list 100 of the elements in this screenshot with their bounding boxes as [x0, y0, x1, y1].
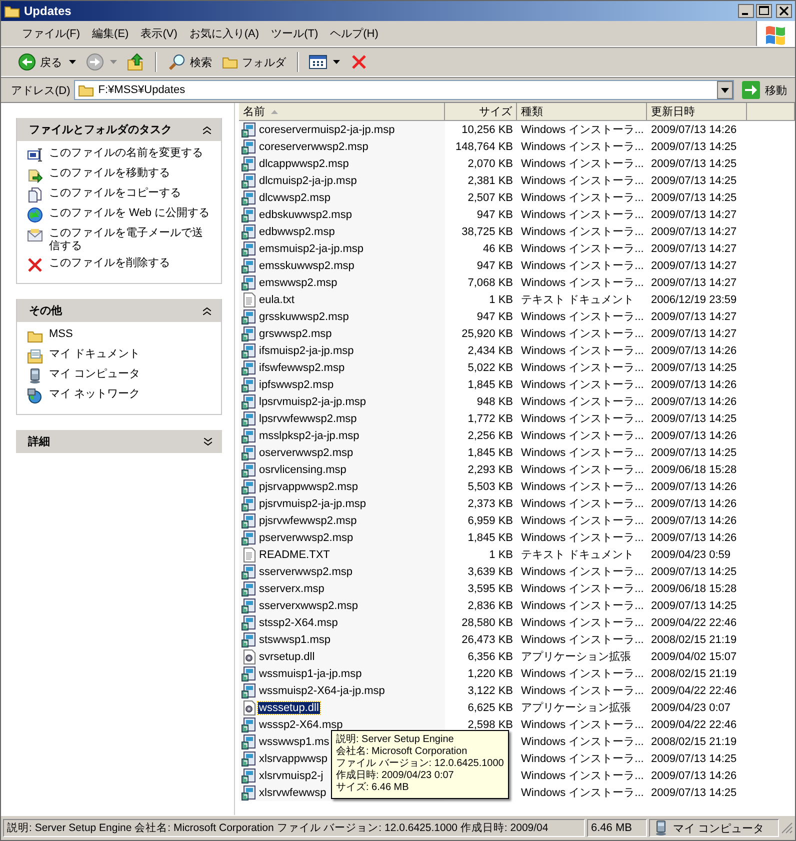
tooltip-line: 会社名: Microsoft Corporation — [336, 746, 468, 758]
menu-item[interactable]: ファイル(F) — [21, 24, 82, 43]
folders-button[interactable]: フォルダ — [219, 52, 289, 72]
tooltip-line: 説明: Server Setup Engine — [336, 734, 455, 746]
task-link[interactable]: マイ ネットワーク — [49, 388, 140, 401]
column-header[interactable]: 種類 — [517, 103, 647, 121]
file-type: Windows インストーラ... — [521, 752, 644, 766]
task-link[interactable]: このファイルを削除する — [49, 257, 170, 270]
file-date: 2009/07/13 14:26 — [651, 378, 737, 390]
panel-header[interactable]: ファイルとフォルダのタスク — [17, 118, 221, 141]
file-date: 2009/07/13 14:26 — [651, 498, 737, 510]
file-type: Windows インストーラ... — [521, 208, 644, 222]
tooltip-line: 作成日時: 2009/04/23 0:07 — [336, 770, 455, 782]
status-zone: マイ コンピュータ — [649, 819, 779, 837]
file-type: Windows インストーラ... — [521, 446, 644, 460]
file-date: 2009/07/13 14:26 — [651, 430, 737, 442]
task-link[interactable]: このファイルの名前を変更する — [49, 147, 203, 160]
file-date: 2009/07/13 14:25 — [651, 412, 737, 424]
task-link[interactable]: このファイルをコピーする — [49, 187, 181, 200]
file-date: 2009/07/13 14:27 — [651, 226, 737, 238]
file-date: 2009/07/13 14:25 — [651, 600, 737, 612]
file-date: 2009/07/13 14:26 — [651, 514, 737, 526]
file-type: Windows インストーラ... — [521, 174, 644, 188]
menu-item[interactable]: 編集(E) — [91, 24, 130, 43]
file-type: アプリケーション拡張 — [521, 700, 631, 715]
dropdown-button[interactable] — [717, 81, 733, 99]
tooltip-line: ファイル バージョン: 12.0.6425.1000 — [336, 758, 504, 770]
up-folder-icon[interactable] — [127, 53, 145, 71]
task-link[interactable]: マイ ドキュメント — [49, 348, 140, 361]
file-size: 6,959 KB — [468, 514, 513, 526]
file-type: Windows インストーラ... — [521, 327, 644, 341]
file-date: 2009/07/13 14:27 — [651, 242, 737, 254]
file-type: Windows インストーラ... — [521, 361, 644, 375]
task-link[interactable]: マイ コンピュータ — [49, 368, 140, 381]
panel-header[interactable]: 詳細 — [16, 430, 222, 453]
search-button[interactable]: 検索 — [165, 51, 215, 73]
file-type: Windows インストーラ... — [521, 582, 644, 596]
file-size: 1 KB — [489, 294, 513, 306]
file-type: Windows インストーラ... — [521, 259, 644, 273]
delete-icon[interactable] — [350, 53, 368, 71]
menu-item[interactable]: ツール(T) — [270, 24, 320, 43]
file-size: 2,373 KB — [468, 498, 513, 510]
delete-icon — [27, 257, 43, 273]
file-size: 2,070 KB — [468, 158, 513, 170]
maximize-button[interactable] — [756, 4, 772, 18]
address-field[interactable]: F:¥MSS¥Updates — [74, 80, 734, 100]
minimize-button[interactable] — [738, 4, 754, 18]
menu-item[interactable]: 表示(V) — [140, 24, 178, 43]
file-name[interactable]: xlsrvappwwsp — [258, 752, 328, 764]
file-type: Windows インストーラ... — [521, 633, 644, 647]
panel-header[interactable]: その他 — [17, 299, 221, 322]
column-header[interactable]: 更新日時 — [647, 103, 747, 121]
go-button[interactable]: 移動 — [738, 81, 791, 99]
file-size: 2,256 KB — [468, 430, 513, 442]
dropdown-caret-icon[interactable] — [69, 60, 76, 64]
file-size: 38,725 KB — [462, 226, 513, 238]
file-size: 1 KB — [489, 548, 513, 560]
file-type: Windows インストーラ... — [521, 412, 644, 426]
task-link[interactable]: このファイルを電子メールで送信する — [49, 227, 213, 253]
view-grid-icon[interactable] — [309, 54, 327, 70]
file-type: Windows インストーラ... — [521, 480, 644, 494]
file-size: 2,293 KB — [468, 464, 513, 476]
file-type: Windows インストーラ... — [521, 667, 644, 681]
file-date: 2008/02/15 21:19 — [651, 634, 737, 646]
column-header[interactable]: サイズ — [445, 103, 517, 121]
task-link[interactable]: このファイルを Web に公開する — [49, 207, 210, 220]
task-link[interactable]: このファイルを移動する — [49, 167, 170, 180]
menu-item[interactable]: お気に入り(A) — [188, 24, 260, 43]
collapse-chevron-icon[interactable] — [203, 126, 211, 134]
file-name[interactable]: svrsetup.dll — [258, 650, 316, 662]
file-name[interactable]: xlsrvmuisp2-j — [258, 770, 324, 782]
file-date: 2006/12/19 23:59 — [651, 294, 737, 306]
file-name[interactable]: wsswwsp1.ms — [258, 736, 330, 748]
file-name[interactable]: eula.txt — [258, 294, 296, 306]
file-date: 2008/02/15 21:19 — [651, 668, 737, 680]
menu-item[interactable]: ヘルプ(H) — [329, 24, 380, 43]
file-date: 2009/04/23 0:07 — [651, 702, 731, 714]
move-folder-icon — [27, 167, 43, 183]
column-header[interactable]: 名前 — [239, 103, 445, 121]
close-button[interactable] — [776, 4, 792, 18]
file-size: 26,473 KB — [462, 634, 513, 646]
column-header — [747, 103, 795, 121]
file-type: Windows インストーラ... — [521, 531, 644, 545]
copy-icon — [27, 187, 43, 203]
file-date: 2009/07/13 14:27 — [651, 310, 737, 322]
file-name[interactable]: xlsrvwfewwsp — [258, 786, 328, 798]
file-type: Windows インストーラ... — [521, 242, 644, 256]
dropdown-caret-icon[interactable] — [333, 60, 340, 64]
address-label: アドレス(D) — [11, 84, 70, 98]
collapse-chevron-icon[interactable] — [203, 306, 211, 314]
search-icon — [168, 53, 186, 71]
file-type: Windows インストーラ... — [521, 514, 644, 528]
file-name[interactable]: wsssetup.dll — [258, 702, 320, 714]
file-date: 2009/04/02 15:07 — [651, 650, 737, 662]
file-type: Windows インストーラ... — [521, 786, 644, 800]
file-type: Windows インストーラ... — [521, 463, 644, 477]
expand-chevron-icon[interactable] — [204, 438, 212, 446]
back-button[interactable]: 戻る — [15, 51, 65, 73]
computer-icon — [27, 368, 43, 384]
task-link[interactable]: MSS — [49, 328, 73, 341]
